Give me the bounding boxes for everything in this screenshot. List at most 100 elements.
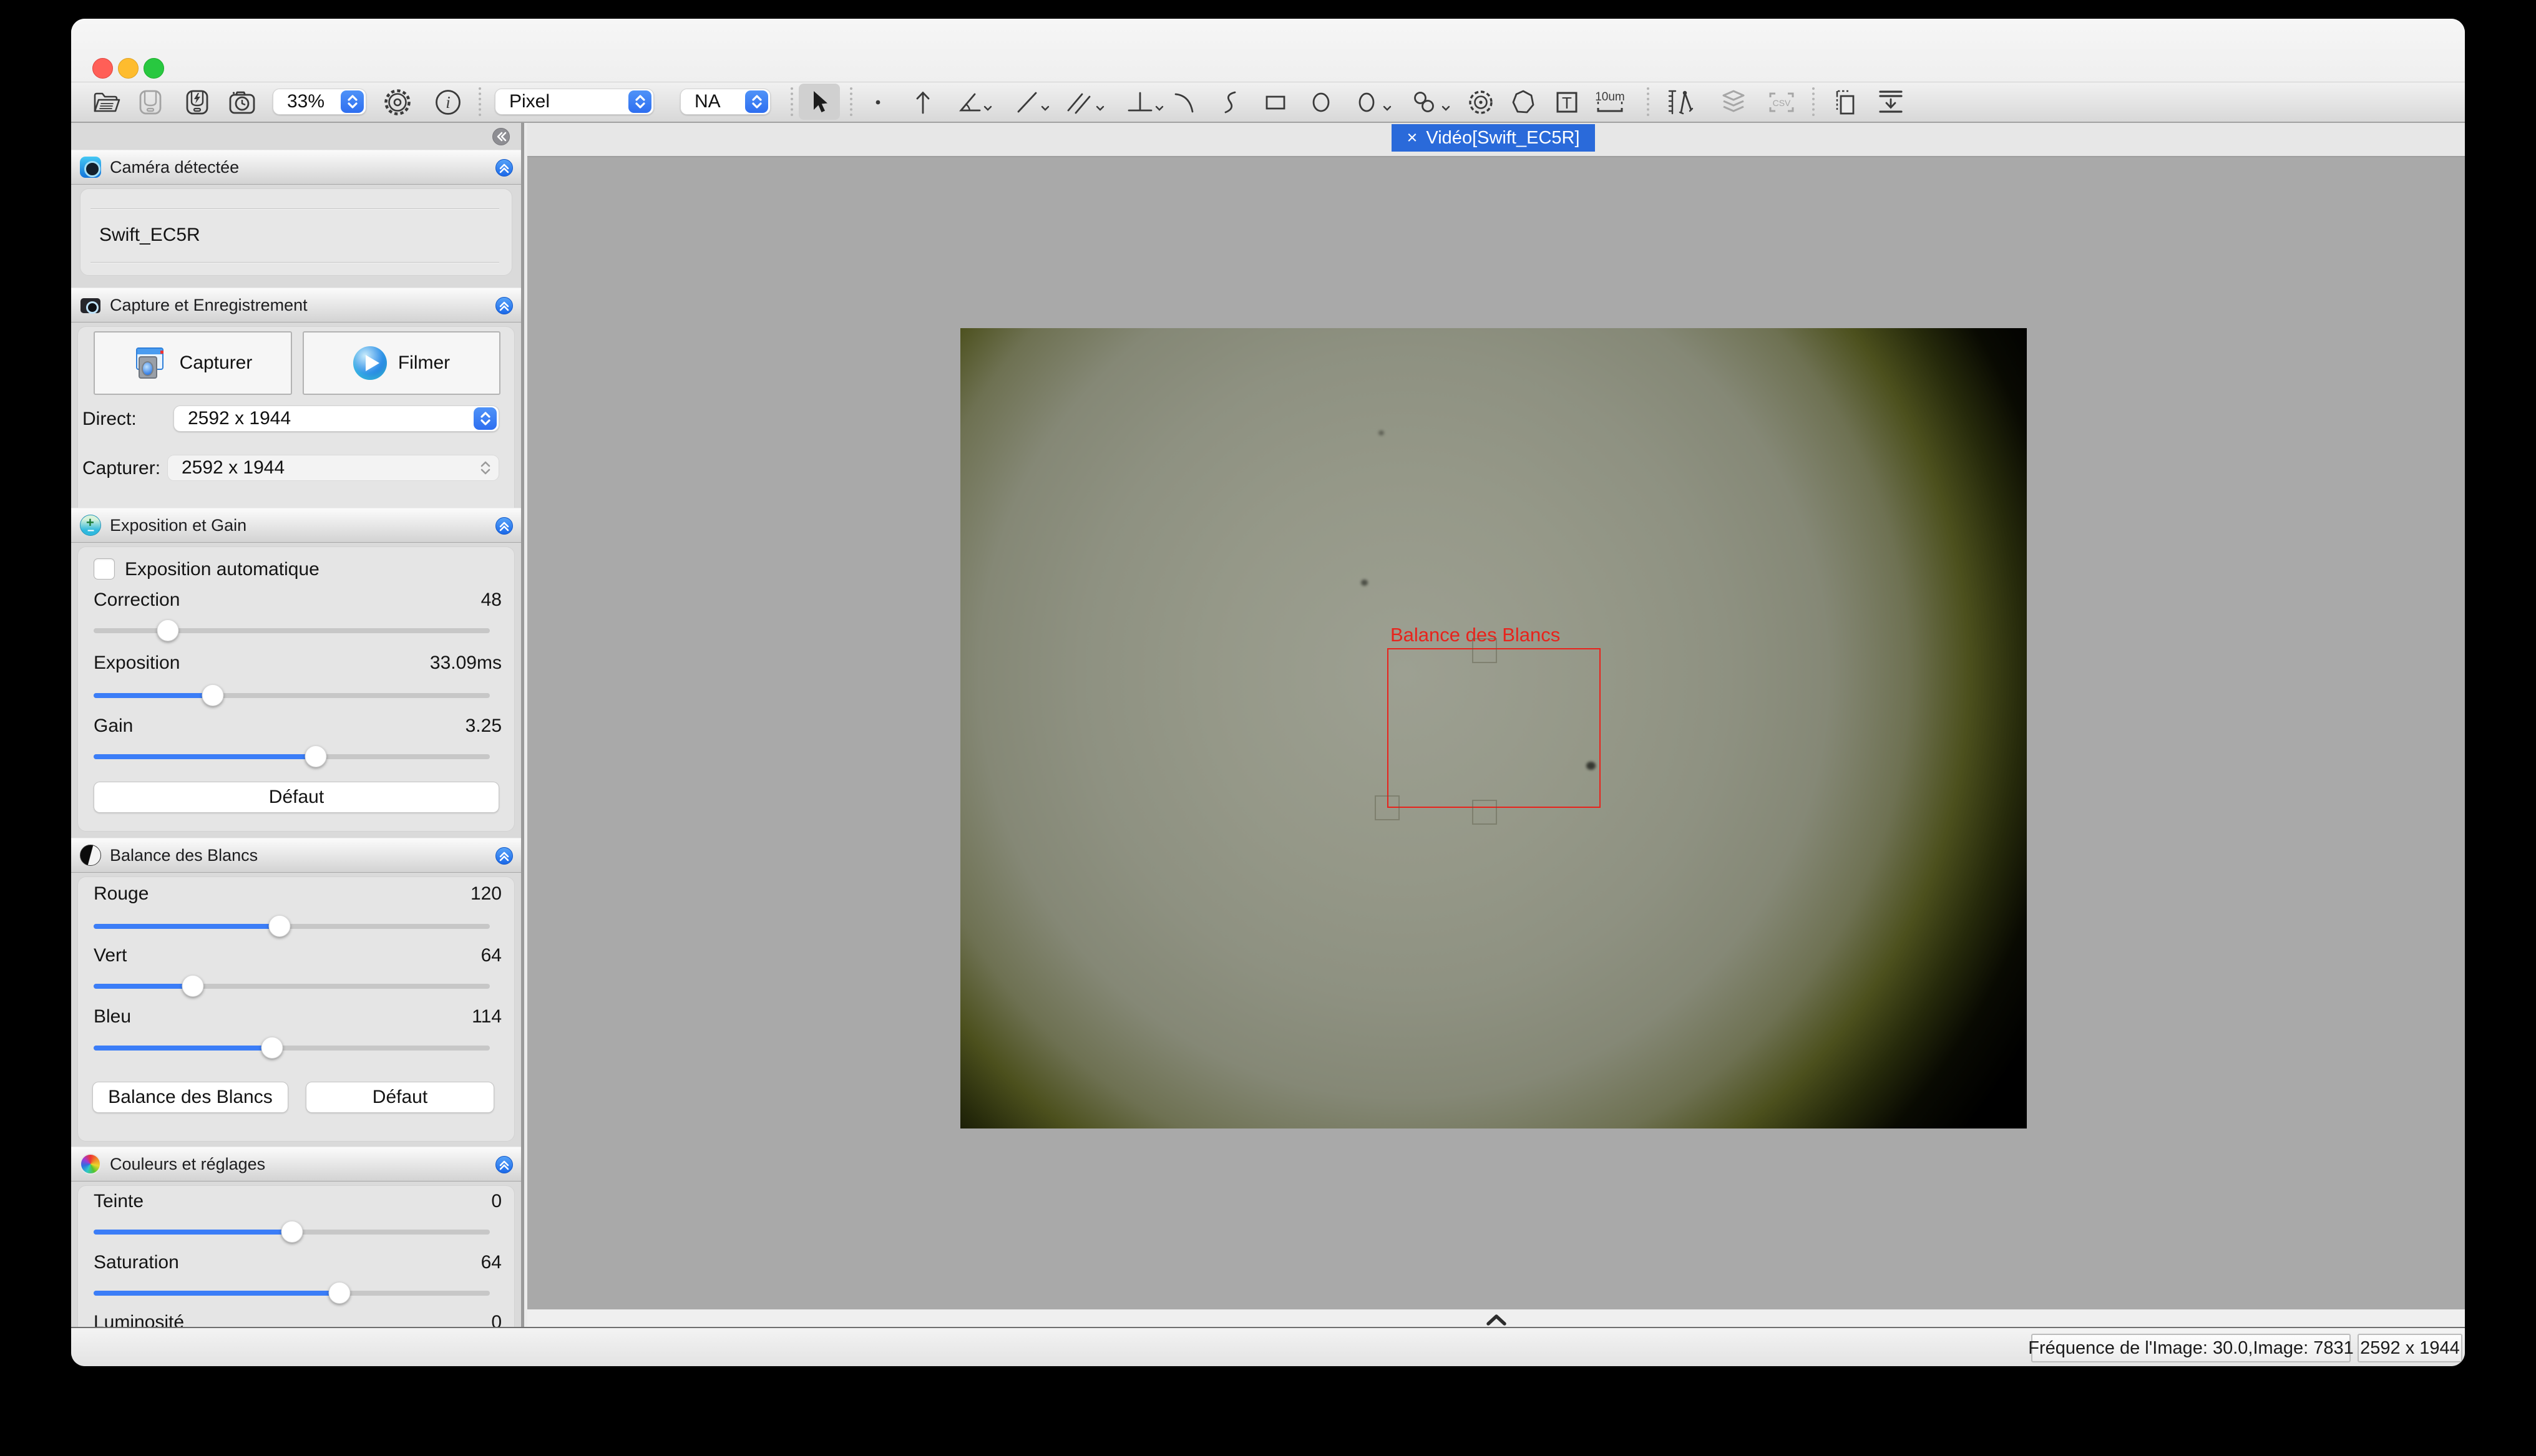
double-chevron-up-icon [498, 850, 510, 862]
open-file-icon [92, 90, 121, 115]
csv-export-button[interactable]: CSV [1765, 89, 1798, 116]
parallel-lines-tool-button[interactable] [1066, 89, 1105, 116]
live-resolution-select[interactable]: 2592 x 1944 [173, 405, 499, 432]
snap-resolution-label: Capturer: [82, 455, 160, 482]
slider-thumb[interactable] [269, 915, 291, 937]
gain-slider[interactable] [94, 754, 490, 759]
perpendicular-tool-button[interactable] [1126, 89, 1164, 116]
blue-slider[interactable] [94, 1046, 490, 1051]
title-bar [71, 19, 2465, 82]
snapshot-button[interactable]: Capturer [94, 331, 292, 395]
panel-header-exposure[interactable]: Exposition et Gain [71, 508, 521, 543]
annulus-tool-button[interactable] [1412, 89, 1450, 116]
tab-video[interactable]: × Vidéo[Swift_EC5R] [1392, 124, 1595, 152]
record-label: Filmer [398, 352, 450, 374]
collapse-panel-button[interactable] [495, 297, 513, 314]
camera-name[interactable]: Swift_EC5R [99, 225, 200, 246]
collapse-sidebar-button[interactable] [492, 128, 510, 145]
na-select[interactable]: NA [680, 89, 771, 115]
list-divider [90, 262, 499, 263]
collapse-panel-button[interactable] [495, 1156, 513, 1173]
slider-value: 48 [481, 588, 502, 613]
angle-tool-button[interactable] [957, 89, 992, 116]
zoom-window-button[interactable] [144, 58, 164, 79]
line-tool-button[interactable] [1015, 89, 1050, 116]
double-chevron-up-icon [498, 299, 510, 312]
bottom-panel-toggle[interactable] [527, 1309, 2465, 1327]
arc-tool-button[interactable] [1172, 89, 1197, 116]
slider-thumb[interactable] [328, 1282, 350, 1304]
white-balance-button[interactable]: Balance des Blancs [92, 1082, 288, 1113]
close-tab-icon[interactable]: × [1407, 128, 1417, 148]
hue-slider[interactable] [94, 1230, 490, 1235]
record-button[interactable]: Filmer [303, 331, 500, 395]
scale-bar-tool-button[interactable]: 10um [1594, 89, 1626, 116]
roi-resize-handle[interactable] [1472, 800, 1497, 825]
dust-speck [1361, 580, 1368, 586]
circle-tool-button[interactable] [1309, 89, 1334, 116]
text-tool-button[interactable]: T [1554, 89, 1580, 116]
timed-capture-button[interactable] [228, 89, 256, 116]
exposure-slider[interactable] [94, 693, 490, 698]
curve-tool-button[interactable] [1217, 89, 1242, 116]
slider-fill [94, 984, 193, 989]
curve-icon [1217, 89, 1242, 115]
green-slider[interactable] [94, 984, 490, 989]
auto-exposure-checkbox[interactable] [94, 558, 115, 580]
slider-thumb[interactable] [281, 1221, 303, 1243]
stepper-icon [474, 407, 497, 430]
slider-thumb[interactable] [202, 684, 223, 706]
collapse-panel-button[interactable] [495, 159, 513, 177]
info-button[interactable]: i [434, 89, 462, 116]
saturation-slider[interactable] [94, 1291, 490, 1296]
save-button[interactable] [137, 89, 163, 116]
white-balance-roi[interactable] [1387, 648, 1601, 808]
open-file-button[interactable] [92, 89, 121, 116]
panel-header-camera[interactable]: Caméra détectée [71, 150, 521, 185]
snap-resolution-select[interactable]: 2592 x 1944 [167, 455, 499, 481]
panel-header-colors[interactable]: Couleurs et réglages [71, 1147, 521, 1182]
slider-thumb[interactable] [261, 1037, 283, 1059]
slider-thumb[interactable] [182, 975, 203, 997]
unit-select[interactable]: Pixel [495, 89, 654, 115]
slider-label: Gain [94, 714, 133, 739]
slider-label: Teinte [94, 1189, 144, 1214]
collapse-panel-button[interactable] [495, 847, 513, 865]
angle-icon [957, 89, 992, 115]
correction-slider[interactable] [94, 628, 490, 633]
calipers-tool-button[interactable] [1666, 89, 1696, 116]
burst-capture-icon [185, 89, 210, 115]
duplicate-button[interactable] [1831, 89, 1860, 116]
slider-thumb[interactable] [157, 619, 179, 641]
roi-resize-handle[interactable] [1472, 638, 1497, 663]
export-button[interactable] [1876, 89, 1905, 116]
slider-fill [94, 1291, 339, 1296]
layers-button[interactable] [1719, 89, 1748, 116]
concentric-circles-tool-button[interactable] [1467, 89, 1495, 116]
polygon-tool-button[interactable] [1509, 89, 1537, 116]
point-tool-button[interactable] [872, 89, 884, 116]
minimize-window-button[interactable] [118, 58, 139, 79]
camera-live-view[interactable]: Balance des Blancs [960, 328, 2027, 1128]
burst-capture-button[interactable] [184, 89, 210, 116]
slider-value: 114 [472, 1004, 502, 1029]
close-window-button[interactable] [92, 58, 113, 79]
rectangle-tool-button[interactable] [1263, 89, 1288, 116]
settings-button[interactable] [383, 89, 412, 116]
red-slider[interactable] [94, 924, 490, 929]
exposure-default-button[interactable]: Défaut [94, 782, 499, 813]
toolbar-separator [1812, 87, 1815, 116]
panel-title: Balance des Blancs [110, 846, 258, 865]
capture-icon [80, 294, 101, 316]
panel-header-white-balance[interactable]: Balance des Blancs [71, 838, 521, 873]
slider-thumb[interactable] [305, 745, 326, 767]
dust-speck [1378, 430, 1384, 435]
collapse-panel-button[interactable] [495, 517, 513, 535]
arrow-tool-button[interactable] [910, 89, 935, 116]
white-balance-default-button[interactable]: Défaut [306, 1082, 494, 1113]
tab-strip: × Vidéo[Swift_EC5R] [527, 123, 2465, 157]
roi-resize-handle[interactable] [1375, 795, 1400, 820]
ellipse-tool-button[interactable] [1355, 89, 1392, 116]
zoom-level-select[interactable]: 33% [273, 89, 366, 115]
panel-header-capture[interactable]: Capture et Enregistrement [71, 288, 521, 323]
